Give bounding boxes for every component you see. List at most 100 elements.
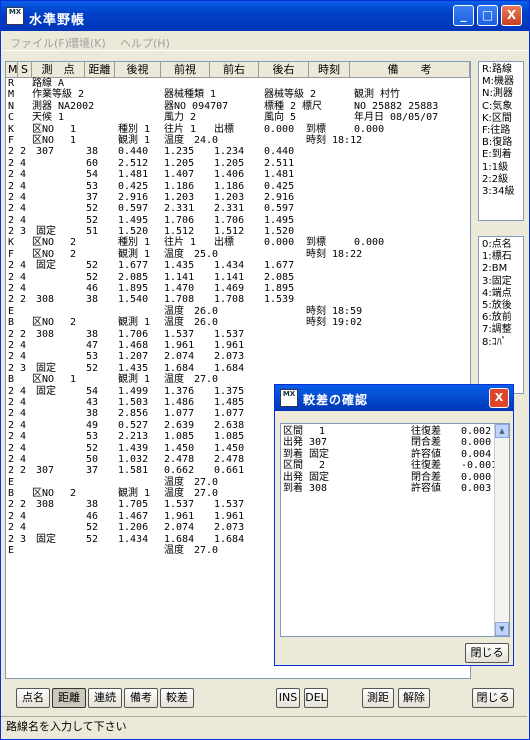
time-cell: 時刻 18:22 (306, 248, 363, 260)
list-item[interactable]: 到着 固定 許容値 0.004 (283, 449, 493, 460)
point-cell: 天候 1 (32, 112, 65, 124)
col-s-header[interactable]: S (18, 62, 32, 78)
distance-cell: 38 (86, 294, 99, 306)
mark-cell: 2 4 (8, 396, 27, 408)
table-row[interactable]: 2 4 47 1.468 1.961 1.961 (6, 340, 470, 351)
delete-button[interactable]: DEL (304, 688, 328, 708)
minimize-button[interactable]: _ (453, 5, 474, 26)
list-item[interactable]: 区間 1 往復差 0.002 (283, 426, 493, 437)
backsight-cell: 2.512 (118, 157, 149, 169)
insert-button[interactable]: INS (276, 688, 300, 708)
col-remarks-header[interactable]: 備 考 (350, 62, 470, 78)
table-row[interactable]: 2 4 固定 52 1.677 1.435 1.434 1.677 (6, 260, 470, 272)
table-row[interactable]: N 測器 NA2002 器NO 094707 標種 2 標尺 NO 25882 2588… (6, 101, 470, 112)
col-back-right-header[interactable]: 後右 (259, 62, 309, 78)
backsight-cell: 観測 1 (118, 374, 151, 386)
mark-cell: 2 4 (8, 351, 27, 363)
table-row[interactable]: E 温度 26.0 時刻 18:59 (6, 305, 470, 317)
table-row[interactable]: M 作業等級 2 器械種類 1 器械等級 2 観測 村竹 (6, 89, 470, 100)
table-row[interactable]: 2 2 307 38 0.440 1.235 1.234 0.440 (6, 146, 470, 157)
menu-environment[interactable]: 環境(K) (68, 35, 106, 51)
back-right-cell: 1.520 (264, 226, 295, 238)
continuous-button[interactable]: 連続 (88, 688, 122, 708)
remarks-button[interactable]: 備考 (124, 688, 158, 708)
backsight-cell: 1.581 (118, 465, 149, 477)
table-row[interactable]: C 天候 1 風力 2 風向 5 年月日 08/05/07 (6, 112, 470, 124)
table-row[interactable]: 2 4 46 1.895 1.470 1.469 1.895 (6, 283, 470, 295)
fore-right-cell: 1.469 (214, 283, 245, 295)
table-row[interactable]: 2 4 52 2.085 1.141 1.141 2.085 (6, 272, 470, 283)
distance-cell: 52 (86, 533, 99, 545)
distance-cell: 52 (86, 203, 99, 215)
difference-button[interactable]: 較差 (160, 688, 194, 708)
close-button[interactable]: X (501, 5, 522, 26)
dialog-title-bar[interactable]: MX 較差の確認 X (275, 385, 513, 411)
point-name-button[interactable]: 点名 (16, 688, 50, 708)
list-item[interactable]: 到着 308 許容値 0.003 (283, 483, 493, 494)
dialog-close-button[interactable]: 閉じる (465, 643, 509, 663)
table-row[interactable]: B 区NO 2 観測 1 温度 26.0 時刻 19:02 (6, 317, 470, 328)
col-m-header[interactable]: M (8, 62, 18, 78)
table-row[interactable]: 2 4 60 2.512 1.205 1.205 2.511 (6, 157, 470, 169)
mark-cell: 2 4 (8, 431, 27, 443)
table-row[interactable]: K 区NO 1 種別 1 往片 1 出標 0.000 到標 0.000 (6, 123, 470, 135)
point-cell: 308 (36, 499, 55, 511)
list-item[interactable]: 出発 固定 閉合差 0.000 (283, 472, 493, 483)
col-distance-header[interactable]: 距離 (85, 62, 115, 78)
dialog-scrollbar[interactable]: ▲ ▼ (494, 424, 509, 636)
maximize-button[interactable]: □ (477, 5, 498, 26)
mark-cell: 2 4 (8, 283, 27, 295)
table-row[interactable]: 2 4 53 0.425 1.186 1.186 0.425 (6, 181, 470, 192)
table-row[interactable]: 2 4 53 1.207 2.074 2.073 (6, 351, 470, 363)
list-item[interactable]: 出発 307 閉合差 0.000 (283, 437, 493, 448)
menu-file[interactable]: ファイル(F) (10, 35, 69, 51)
table-row[interactable]: 2 4 37 2.916 1.203 1.203 2.916 (6, 191, 470, 203)
foresight-cell: 1.684 (164, 533, 195, 545)
point-cell: 区NO 1 (32, 123, 77, 135)
col-time-header[interactable]: 時刻 (309, 62, 350, 78)
col-point-header[interactable]: 測 点 (32, 62, 85, 78)
col-foresight-header[interactable]: 前視 (161, 62, 210, 78)
table-row[interactable]: F 区NO 1 観測 1 温度 24.0 時刻 18:12 (6, 134, 470, 146)
mark-cell: 2 3 (8, 362, 27, 374)
table-row[interactable]: R 路線 A (6, 78, 470, 89)
list-item[interactable]: 区間 2 往復差 -0.001 (283, 460, 497, 471)
table-row[interactable]: 2 2 308 38 1.540 1.708 1.708 1.539 (6, 294, 470, 306)
mark-cell: 2 2 (8, 328, 27, 340)
dialog-close-icon[interactable]: X (489, 388, 509, 408)
foresight-cell: 温度 27.0 (164, 488, 219, 500)
legend-item: 2:BM (482, 263, 508, 275)
table-row[interactable]: K 区NO 2 種別 1 往片 1 出標 0.000 到標 0.000 (6, 237, 470, 248)
distance-button[interactable]: 距離 (52, 688, 86, 708)
mark-cell: 2 4 (8, 191, 27, 203)
table-row[interactable]: 2 3 固定 52 1.435 1.684 1.684 (6, 362, 470, 374)
foresight-cell: 1.706 (164, 214, 195, 226)
foresight-cell: 温度 26.0 (164, 305, 219, 317)
table-row[interactable]: 2 4 52 1.495 1.706 1.706 1.495 (6, 214, 470, 226)
table-row[interactable]: 2 4 54 1.481 1.407 1.406 1.481 (6, 169, 470, 180)
mark-cell: R (8, 78, 15, 89)
fore-right-cell: 1.450 (214, 442, 245, 454)
release-button[interactable]: 解除 (398, 688, 430, 708)
backsight-cell: 観測 1 (118, 134, 151, 146)
table-row[interactable]: 2 2 308 38 1.706 1.537 1.537 (6, 328, 470, 340)
point-cell: 固定 (36, 260, 56, 272)
distance-cell: 53 (86, 431, 99, 443)
fore-right-cell: 2.073 (214, 351, 245, 363)
col-backsight-header[interactable]: 後視 (115, 62, 161, 78)
menu-help[interactable]: ヘルプ(H) (120, 35, 170, 51)
fore-right-cell: 1.077 (214, 408, 245, 420)
table-row[interactable]: 2 3 固定 51 1.520 1.512 1.512 1.520 (6, 226, 470, 238)
col-fore-right-header[interactable]: 前右 (210, 62, 259, 78)
table-row[interactable]: F 区NO 2 観測 1 温度 25.0 時刻 18:22 (6, 248, 470, 260)
scroll-down-icon[interactable]: ▼ (495, 622, 509, 636)
item-label: 閉合差 (411, 437, 441, 449)
table-row[interactable]: 2 4 52 0.597 2.331 2.331 0.597 (6, 203, 470, 215)
check-result-list[interactable]: 区間 1 往復差 0.002 出発 307 閉合差 0.000 到着 固定 許容値 0.004 区… (280, 423, 510, 637)
distance-cell: 46 (86, 510, 99, 522)
main-close-button[interactable]: 閉じる (472, 688, 514, 708)
foresight-cell: 1.077 (164, 408, 195, 420)
scroll-up-icon[interactable]: ▲ (495, 424, 509, 438)
measure-distance-button[interactable]: 測距 (362, 688, 394, 708)
title-bar[interactable]: MX 水準野帳 _ □ X (1, 1, 529, 31)
